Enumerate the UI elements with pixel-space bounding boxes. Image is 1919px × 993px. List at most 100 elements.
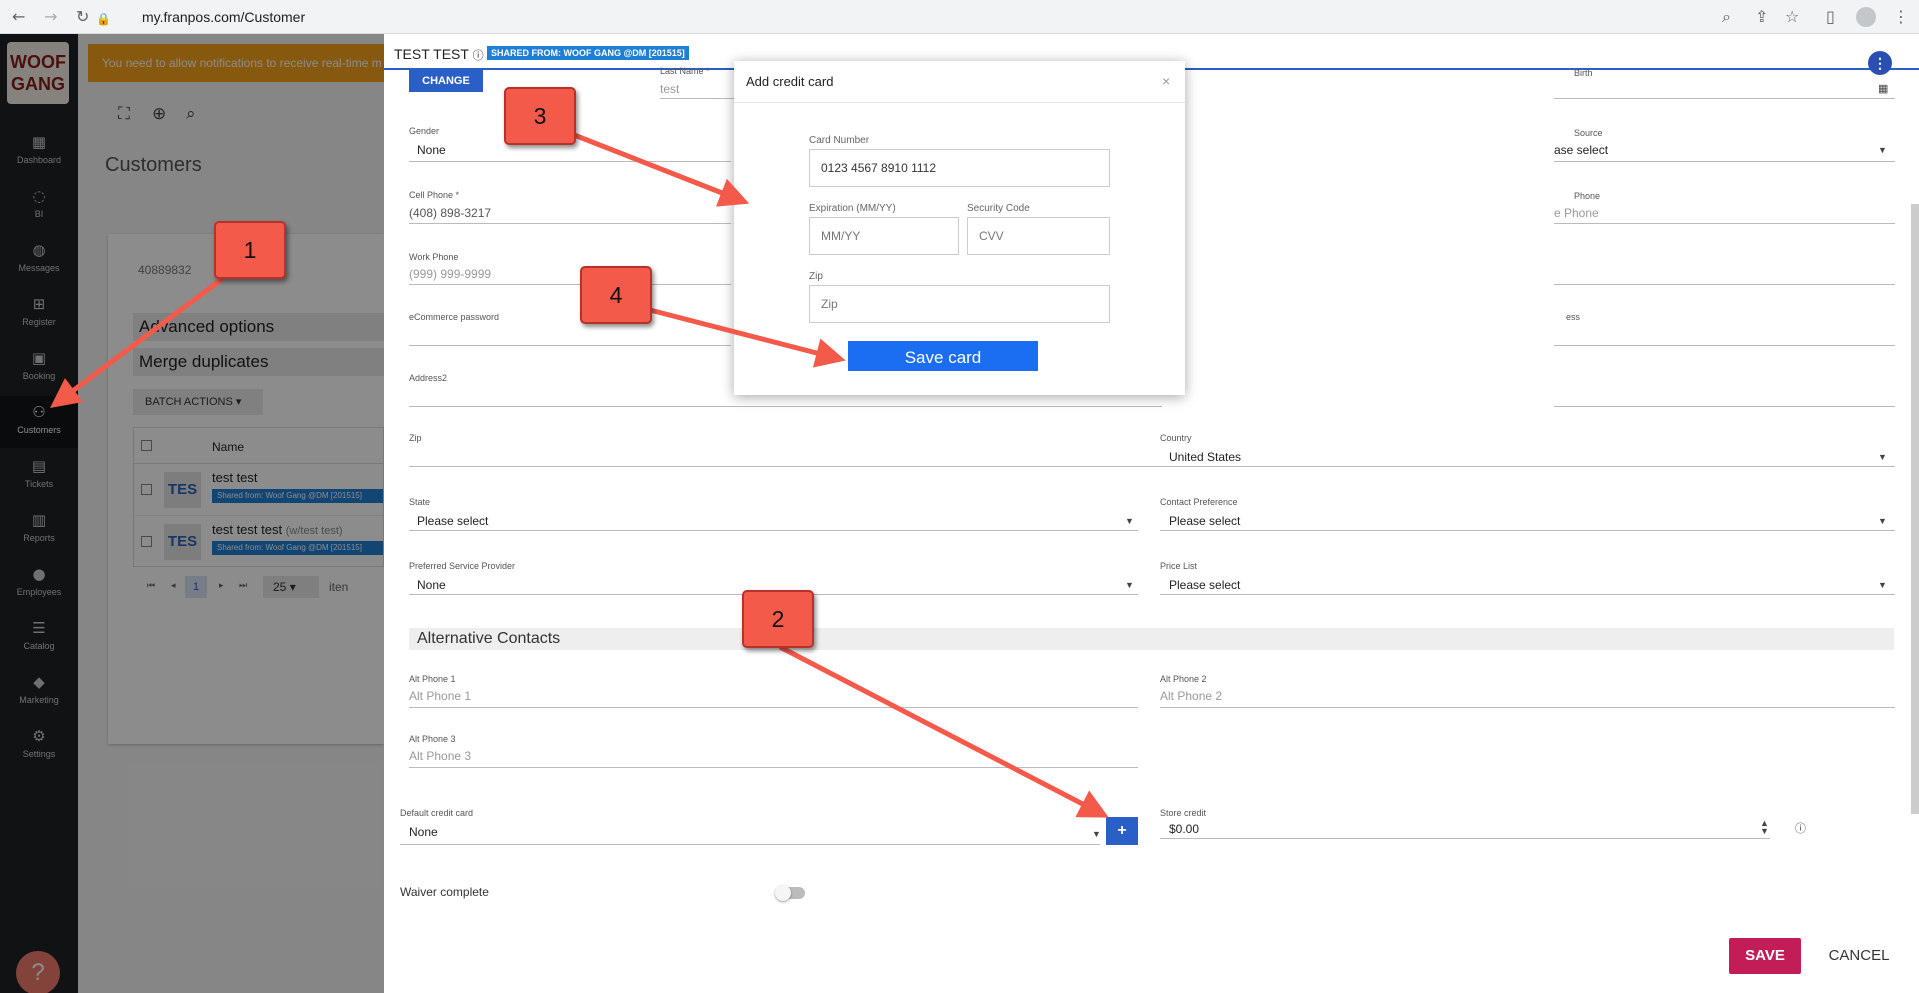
source-underline [1554,161,1895,162]
state-select[interactable]: Please select [417,514,488,528]
country-select[interactable]: United States [1169,450,1241,464]
home-phone-label: Phone [1574,191,1601,201]
home-phone-field[interactable]: e Phone [1554,206,1599,220]
price-list-select[interactable]: Please select [1169,578,1240,592]
waiver-toggle[interactable] [775,885,805,901]
cell-phone-underline [409,223,731,224]
star-icon[interactable]: ☆ [1785,8,1799,26]
forward-icon[interactable]: → [44,8,57,26]
gender-label: Gender [409,126,440,136]
contact-preference-label: Contact Preference [1160,497,1238,507]
chevron-down-icon: ▼ [1125,580,1134,590]
gender-underline [409,161,731,162]
right-field-underline [1554,406,1895,407]
email-label: ess [1566,312,1581,322]
price-list-underline [1160,594,1895,595]
add-credit-card-modal: Add credit card × Card Number 0123 4567 … [734,61,1185,395]
contact-preference-select[interactable]: Please select [1169,514,1240,528]
save-button[interactable]: SAVE [1729,938,1801,974]
work-phone-underline [409,284,731,285]
callout-step-4: 4 [580,266,652,324]
alt-phone-3-field[interactable]: Alt Phone 3 [409,749,471,763]
price-list-label: Price List [1160,561,1198,571]
alt-phone-3-label: Alt Phone 3 [409,734,456,744]
lock-icon[interactable]: 🔒 [96,10,111,28]
shared-badge: SHARED FROM: WOOF GANG @DM [201515] [487,46,689,60]
modal-header: Add credit card × [734,61,1185,103]
card-number-input[interactable]: 0123 4567 8910 1112 [809,149,1110,187]
ecommerce-password-underline [409,345,731,346]
info-icon[interactable]: ⓘ [473,50,484,62]
card-number-label: Card Number [809,135,870,146]
panel-title: TEST TEST ⓘ [394,46,484,63]
email-underline [1554,345,1895,346]
state-label: State [409,497,431,507]
country-label: Country [1160,433,1192,443]
browser-toolbar: ← → ↻ 🔒 my.franpos.com/Customer ⌕ ⇪ ☆ ▯ … [0,0,1919,34]
last-name-field[interactable]: test [660,82,679,96]
alt-phone-1-underline [409,707,1138,708]
callout-step-3: 3 [504,87,576,145]
source-label: Source [1574,128,1603,138]
chevron-down-icon: ▼ [1092,829,1101,839]
alt-phone-2-field[interactable]: Alt Phone 2 [1160,689,1222,703]
panel-title-text: TEST TEST [394,46,469,62]
profile-icon[interactable] [1856,7,1876,27]
reload-icon[interactable]: ↻ [76,8,89,26]
share-icon[interactable]: ⇪ [1755,8,1768,26]
store-credit-label: Store credit [1160,808,1207,818]
alt-phone-1-field[interactable]: Alt Phone 1 [409,689,471,703]
back-icon[interactable]: ← [12,8,25,26]
address2-label: Address2 [409,373,448,383]
alt-phone-3-underline [409,767,1138,768]
cell-phone-label: Cell Phone * [409,190,460,200]
sidepanel-icon[interactable]: ▯ [1826,8,1835,26]
zip-underline [409,466,1162,467]
toggle-knob [775,885,791,901]
zip-input[interactable]: Zip [809,285,1110,323]
chevron-down-icon: ▼ [1125,516,1134,526]
alt-phone-2-label: Alt Phone 2 [1160,674,1207,684]
chevron-down-icon: ▼ [1878,516,1887,526]
preferred-provider-label: Preferred Service Provider [409,561,516,571]
right-field-underline [1554,284,1895,285]
chevron-down-icon: ▼ [1878,452,1887,462]
work-phone-field[interactable]: (999) 999-9999 [409,267,491,281]
alt-phone-2-underline [1160,707,1895,708]
last-name-label: Last Name * [660,66,710,76]
cancel-button[interactable]: CANCEL [1814,938,1904,974]
address-bar[interactable]: my.franpos.com/Customer [142,0,305,34]
security-code-input[interactable]: CVV [967,217,1110,255]
zip-label: Zip [809,271,823,282]
stepper-icon[interactable]: ▲ ▼ [1760,819,1769,836]
store-credit-underline [1160,838,1770,839]
ecommerce-password-label: eCommerce password [409,312,500,322]
info-icon[interactable]: ⓘ [1795,820,1806,836]
scrollbar[interactable] [1911,204,1919,814]
close-icon[interactable]: × [1162,73,1170,89]
gender-select[interactable]: None [417,143,446,157]
security-code-label: Security Code [967,203,1030,214]
expiration-label: Expiration (MM/YY) [809,203,896,214]
calendar-icon[interactable]: ▦ [1878,82,1888,95]
state-underline [409,530,1138,531]
modal-title: Add credit card [746,74,834,89]
source-select[interactable]: ase select [1554,143,1608,157]
store-credit-field[interactable]: $0.00 [1169,822,1199,836]
callout-step-1: 1 [214,221,286,279]
alt-phone-1-label: Alt Phone 1 [409,674,456,684]
work-phone-label: Work Phone [409,252,459,262]
more-options-button[interactable]: ⋮ [1868,51,1892,75]
add-credit-card-button[interactable]: + [1106,817,1138,845]
zoom-icon[interactable]: ⌕ [1722,8,1731,26]
cell-phone-field[interactable]: (408) 898-3217 [409,206,491,220]
home-phone-underline [1554,223,1895,224]
callout-step-2: 2 [742,590,814,648]
save-card-button[interactable]: Save card [848,341,1038,371]
preferred-provider-select[interactable]: None [417,578,446,592]
menu-icon[interactable]: ⋮ [1893,8,1909,26]
birth-label: Birth [1574,68,1593,78]
change-button[interactable]: CHANGE [409,70,483,92]
default-card-select[interactable]: None [409,825,438,839]
expiration-input[interactable]: MM/YY [809,217,959,255]
